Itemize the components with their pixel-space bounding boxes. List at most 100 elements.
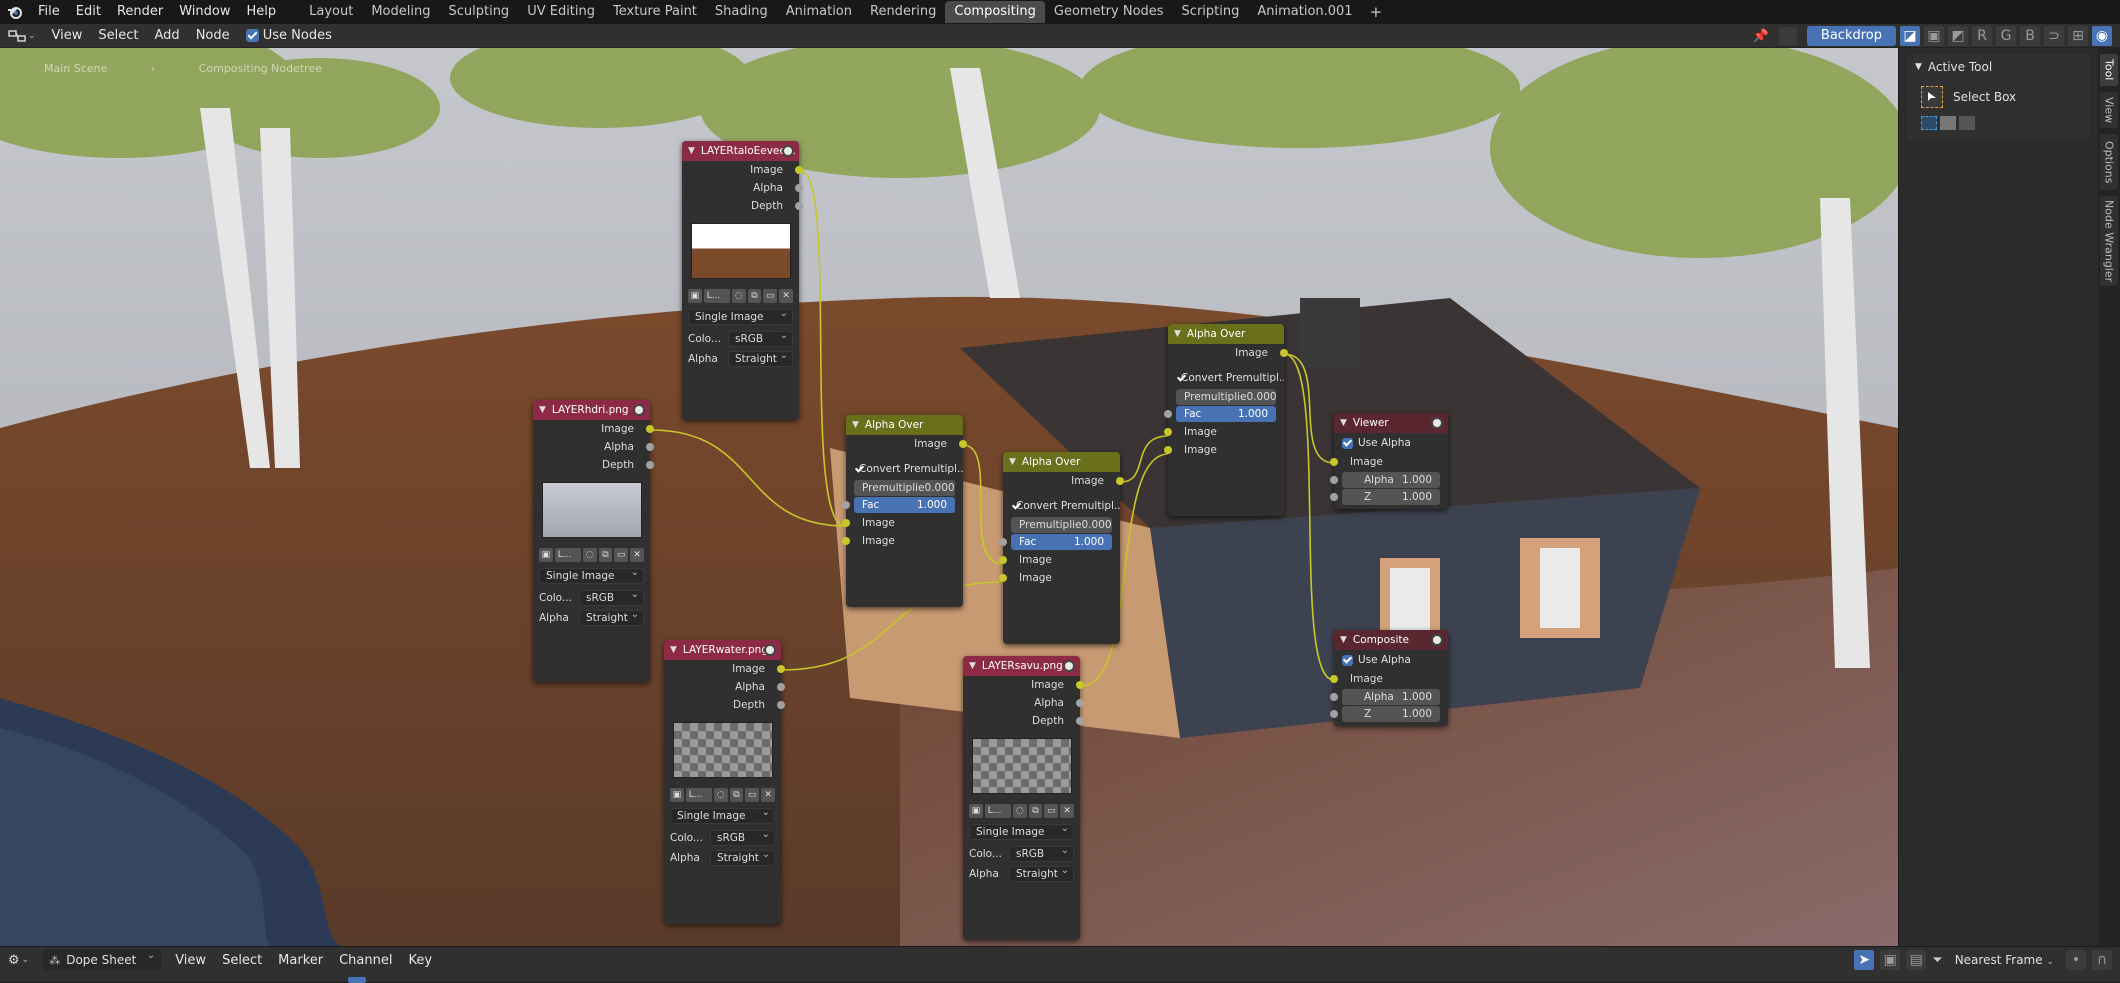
colorspace-dropdown[interactable]: sRGB — [728, 331, 793, 347]
image-name-field[interactable]: L... — [984, 804, 1011, 818]
open-folder-icon[interactable]: ▭ — [614, 548, 629, 562]
node-alpha-over-3[interactable]: ▼ Alpha Over Image Convert Premultipl... … — [1164, 324, 1288, 516]
workspace-tab-texture-paint[interactable]: Texture Paint — [604, 1, 706, 23]
node-header[interactable]: ▼ LAYERhdri.png — [533, 400, 650, 420]
sidebar-tab-tool[interactable]: Tool — [2100, 54, 2118, 86]
socket-depth[interactable] — [795, 202, 803, 210]
collapse-arrow-icon[interactable]: ▼ — [670, 645, 677, 655]
alpha-mode-dropdown[interactable]: Straight — [728, 351, 793, 367]
source-dropdown[interactable]: Single Image — [670, 808, 775, 824]
workspace-tab-uv-editing[interactable]: UV Editing — [518, 1, 604, 23]
node-header[interactable]: ▼ Viewer — [1334, 413, 1448, 433]
socket-fac[interactable] — [1164, 410, 1172, 418]
mode-set-icon[interactable] — [1921, 116, 1937, 130]
collapse-arrow-icon[interactable]: ▼ — [969, 661, 976, 671]
channel-g-button[interactable]: G — [1996, 26, 2016, 46]
node-header[interactable]: ▼ LAYERsavu.png — [963, 656, 1080, 676]
socket-fac[interactable] — [999, 538, 1007, 546]
node-header[interactable]: ▼ Alpha Over — [1003, 452, 1120, 472]
socket-z-in[interactable] — [1330, 710, 1338, 718]
menu-render[interactable]: Render — [109, 0, 171, 24]
workspace-tab-layout[interactable]: Layout — [300, 1, 362, 23]
node-image-talo[interactable]: ▼ LAYERtaloEevee... Image Alpha Depth ▣ L… — [682, 141, 803, 420]
image-browse-icon[interactable]: ▣ — [539, 548, 553, 562]
workspace-tab-scripting[interactable]: Scripting — [1173, 1, 1249, 23]
socket-depth[interactable] — [777, 701, 785, 709]
node-image-hdri[interactable]: ▼ LAYERhdri.png Image Alpha Depth ▣ L... … — [533, 400, 654, 682]
image-browse-icon[interactable]: ▣ — [670, 788, 684, 802]
show-hidden-icon[interactable]: ▣ — [1880, 950, 1901, 970]
socket-image-in[interactable] — [1164, 446, 1172, 454]
dope-menu-select[interactable]: Select — [214, 953, 270, 968]
collapse-arrow-icon[interactable]: ▼ — [1340, 418, 1347, 428]
alpha-field[interactable]: Alpha 1.000 — [1330, 689, 1440, 705]
collapse-arrow-icon[interactable]: ▼ — [1174, 329, 1181, 339]
convert-premultiplied-toggle[interactable]: Convert Premultipl... — [1003, 496, 1120, 516]
only-errors-icon[interactable]: ▤ — [1906, 950, 1927, 970]
socket-alpha[interactable] — [646, 443, 654, 451]
workspace-tab-animation[interactable]: Animation — [777, 1, 861, 23]
socket-image[interactable] — [1076, 681, 1084, 689]
node-header[interactable]: ▼ Alpha Over — [846, 415, 963, 435]
collapse-arrow-icon[interactable]: ▼ — [539, 405, 546, 415]
dope-menu-key[interactable]: Key — [400, 953, 440, 968]
source-dropdown[interactable]: Single Image — [688, 309, 793, 325]
duplicate-icon[interactable]: ⧉ — [729, 788, 744, 802]
fake-user-shield-icon[interactable]: ◌ — [582, 548, 597, 562]
display-alpha-icon[interactable]: ◩ — [1948, 26, 1968, 46]
editor-type-button[interactable]: ⚙ ⌄ — [0, 950, 37, 970]
socket-image-in[interactable] — [999, 556, 1007, 564]
overlay-toggle-icon[interactable]: ◉ — [2092, 26, 2112, 46]
convert-premultiplied-toggle[interactable]: Convert Premultipl... — [1168, 368, 1284, 388]
socket-alpha[interactable] — [1076, 699, 1084, 707]
use-alpha-toggle[interactable]: Use Alpha — [1334, 433, 1448, 453]
mode-subtract-icon[interactable] — [1959, 116, 1975, 130]
socket-image[interactable] — [646, 425, 654, 433]
header-add-menu[interactable]: Add — [147, 28, 188, 43]
unlink-x-icon[interactable]: ✕ — [630, 548, 644, 562]
falloff-icon[interactable]: ∩ — [2092, 950, 2112, 970]
workspace-tab-geometry-nodes[interactable]: Geometry Nodes — [1045, 1, 1173, 23]
sidebar-tab-view[interactable]: View — [2100, 92, 2118, 128]
fac-slider[interactable]: Fac 1.000 — [1164, 406, 1276, 422]
node-viewer[interactable]: ▼ Viewer Use Alpha Image Alpha 1.000 Z 1.00… — [1330, 413, 1448, 509]
socket-image[interactable] — [777, 665, 785, 673]
checkbox[interactable] — [1342, 437, 1353, 449]
checkbox[interactable] — [1342, 654, 1353, 666]
unlink-x-icon[interactable]: ✕ — [761, 788, 775, 802]
collapse-arrow-icon[interactable]: ▼ — [1009, 457, 1016, 467]
image-name-field[interactable]: L... — [703, 289, 730, 303]
socket-image-in[interactable] — [999, 574, 1007, 582]
source-dropdown[interactable]: Single Image — [539, 568, 644, 584]
header-select-menu[interactable]: Select — [90, 28, 146, 43]
dope-menu-marker[interactable]: Marker — [270, 953, 331, 968]
menu-edit[interactable]: Edit — [68, 0, 109, 24]
open-folder-icon[interactable]: ▭ — [763, 289, 778, 303]
proportional-editing-icon[interactable]: • — [2066, 950, 2086, 970]
socket-z-in[interactable] — [1330, 493, 1338, 501]
convert-premultiplied-toggle[interactable]: Convert Premultipl... — [846, 459, 963, 479]
use-alpha-toggle[interactable]: Use Alpha — [1334, 650, 1448, 670]
header-view-menu[interactable]: View — [44, 28, 91, 43]
node-alpha-over-2[interactable]: ▼ Alpha Over Image Convert Premultipl... … — [999, 452, 1124, 644]
add-workspace-icon[interactable]: + — [1362, 3, 1391, 21]
socket-depth[interactable] — [1076, 717, 1084, 725]
z-field[interactable]: Z 1.000 — [1330, 706, 1440, 722]
image-name-field[interactable]: L... — [554, 548, 581, 562]
collapse-arrow-icon[interactable]: ▼ — [852, 420, 859, 430]
premultiplied-field[interactable]: Premultiplie 0.000 — [1176, 389, 1277, 405]
unlink-x-icon[interactable]: ✕ — [1060, 804, 1074, 818]
node-editor-viewport[interactable]: Main Scene › Compositing Nodetree ▼ LAYER… — [0, 48, 1898, 946]
socket-alpha[interactable] — [777, 683, 785, 691]
alpha-mode-dropdown[interactable]: Straight — [710, 850, 775, 866]
use-nodes-checkbox[interactable] — [245, 29, 259, 42]
z-field[interactable]: Z 1.000 — [1330, 489, 1440, 505]
fac-slider[interactable]: Fac 1.000 — [999, 534, 1112, 550]
menu-help[interactable]: Help — [239, 0, 285, 24]
socket-image[interactable] — [959, 440, 967, 448]
socket-image-in[interactable] — [842, 537, 850, 545]
socket-image[interactable] — [1280, 349, 1288, 357]
node-header[interactable]: ▼ LAYERtaloEevee... — [682, 141, 799, 161]
node-image-water[interactable]: ▼ LAYERwater.png Image Alpha Depth ▣ L...… — [664, 640, 785, 924]
node-alpha-over-1[interactable]: ▼ Alpha Over Image Convert Premultipl... … — [842, 415, 967, 607]
